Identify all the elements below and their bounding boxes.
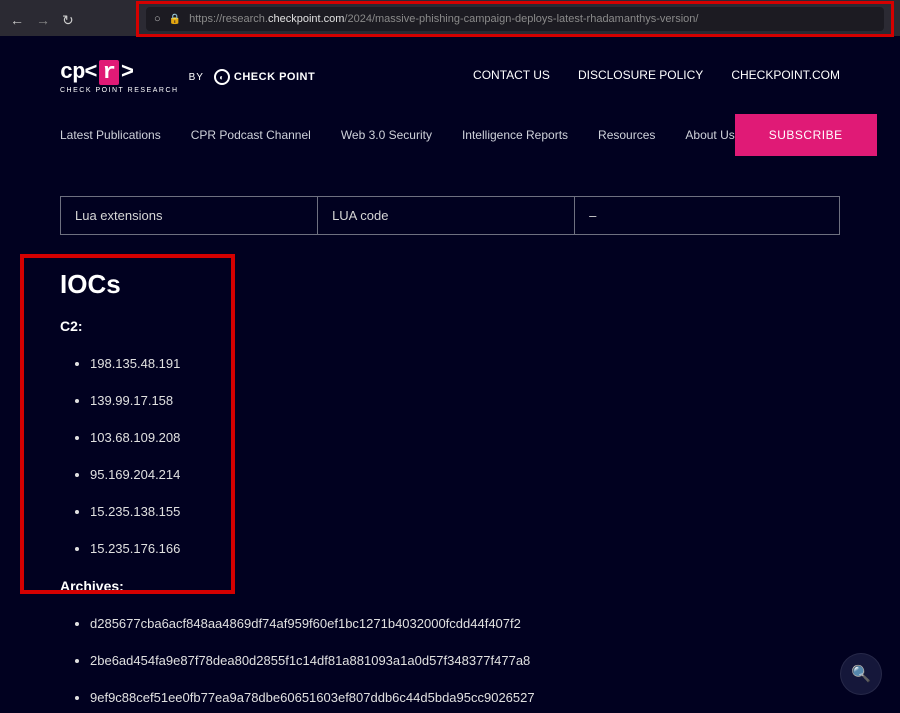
list-item: 15.235.138.155	[90, 504, 840, 519]
main-nav: Latest Publications CPR Podcast Channel …	[60, 114, 840, 156]
list-item: 15.235.176.166	[90, 541, 840, 556]
nav-forward-icon[interactable]	[36, 12, 50, 26]
heading-iocs: IOCs	[60, 269, 840, 300]
table-row: Lua extensions LUA code –	[61, 197, 840, 235]
link-disclosure-policy[interactable]: DISCLOSURE POLICY	[578, 68, 703, 82]
subscribe-button[interactable]: SUBSCRIBE	[735, 114, 877, 156]
address-bar[interactable]: https://research.checkpoint.com/2024/mas…	[146, 7, 884, 31]
reload-icon[interactable]	[62, 12, 76, 26]
list-item: 139.99.17.158	[90, 393, 840, 408]
checkpoint-icon: ◐	[214, 69, 230, 85]
nav-back-icon[interactable]	[10, 12, 24, 26]
cpr-logo[interactable]: cp<r> CHECK POINT RESEARCH	[60, 60, 179, 94]
cell-lua-ext: Lua extensions	[61, 197, 318, 235]
list-item: d285677cba6acf848aa4869df74af959f60ef1bc…	[90, 616, 840, 631]
nav-intelligence-reports[interactable]: Intelligence Reports	[462, 128, 568, 142]
list-item: 2be6ad454fa9e87f78dea80d2855f1c14df81a88…	[90, 653, 840, 668]
link-contact-us[interactable]: CONTACT US	[473, 68, 550, 82]
archive-list: d285677cba6acf848aa4869df74af959f60ef1bc…	[90, 616, 840, 705]
list-item: 103.68.109.208	[90, 430, 840, 445]
cell-lua-code: LUA code	[318, 197, 575, 235]
nav-web3-security[interactable]: Web 3.0 Security	[341, 128, 432, 142]
subhead-archives: Archives:	[60, 578, 840, 594]
search-button[interactable]	[840, 653, 882, 695]
capability-table: Lua extensions LUA code –	[60, 196, 840, 235]
subhead-c2: C2:	[60, 318, 840, 334]
list-item: 95.169.204.214	[90, 467, 840, 482]
url-text: https://research.checkpoint.com/2024/mas…	[189, 13, 698, 25]
checkpoint-logo[interactable]: ◐CHECK POINT	[214, 69, 315, 85]
list-item: 9ef9c88cef51ee0fb77ea9a78dbe60651603ef80…	[90, 690, 840, 705]
by-text: BY	[189, 72, 204, 83]
nav-latest-publications[interactable]: Latest Publications	[60, 128, 161, 142]
nav-about-us[interactable]: About Us	[685, 128, 734, 142]
c2-list: 198.135.48.191 139.99.17.158 103.68.109.…	[90, 356, 840, 556]
site-header: cp<r> CHECK POINT RESEARCH BY ◐CHECK POI…	[60, 36, 840, 94]
link-checkpoint-com[interactable]: CHECKPOINT.COM	[731, 68, 840, 82]
list-item: 198.135.48.191	[90, 356, 840, 371]
cell-dash: –	[575, 197, 840, 235]
lock-icon	[169, 13, 181, 25]
logo-subtitle: CHECK POINT RESEARCH	[60, 87, 179, 94]
shield-icon	[154, 13, 161, 25]
browser-toolbar: https://research.checkpoint.com/2024/mas…	[0, 0, 900, 36]
nav-resources[interactable]: Resources	[598, 128, 655, 142]
nav-cpr-podcast[interactable]: CPR Podcast Channel	[191, 128, 311, 142]
